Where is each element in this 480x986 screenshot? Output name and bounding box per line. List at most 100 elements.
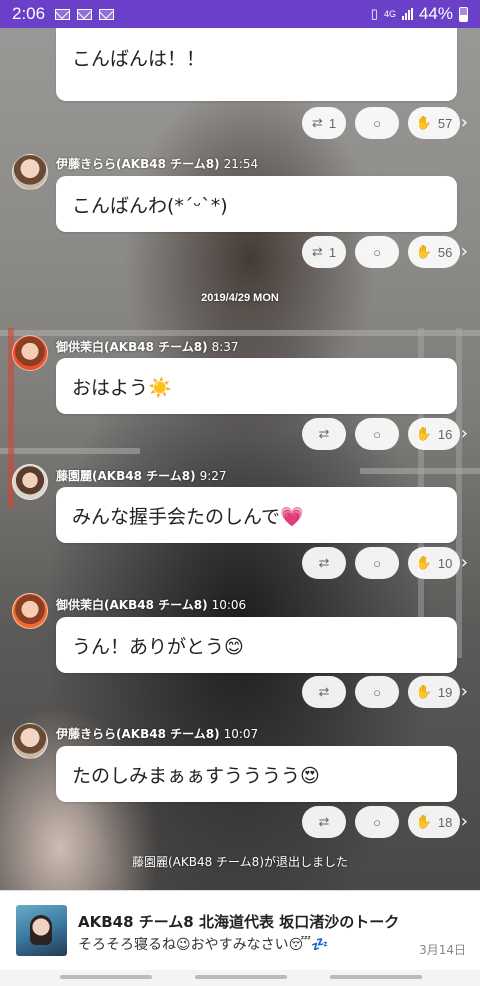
like-count: 18	[437, 814, 453, 830]
sender-name: 御供茉白(AKB48 チーム8) 8:37	[56, 338, 239, 355]
mail-icon	[55, 8, 71, 20]
vibrate-icon: ▯	[370, 6, 378, 21]
like-button[interactable]: ✋ 57	[408, 107, 460, 139]
message-actions: ⇄ ○ ✋ 18	[302, 806, 460, 838]
comment-button[interactable]: ○	[355, 418, 399, 450]
message-time: 8:37	[211, 340, 239, 354]
system-message: 藤園麗(AKB48 チーム8)が退出しました	[131, 855, 349, 869]
message-actions: ⇄ ○ ✋ 10	[302, 547, 460, 579]
chevron-right-icon[interactable]: ›	[461, 681, 468, 702]
message-bubble[interactable]: こんばんわ(*ˊᵕˋ*)	[56, 176, 457, 232]
message-text: おはよう☀️	[72, 376, 172, 399]
retweet-button[interactable]: ⇄ 1	[302, 236, 346, 268]
message-actions: ⇄ 1 ○ ✋ 57	[302, 107, 460, 139]
comment-button[interactable]: ○	[355, 676, 399, 708]
message-bubble[interactable]: うん！ありがとう😊	[56, 617, 457, 673]
retweet-button[interactable]: ⇄ 1	[302, 107, 346, 139]
comment-button[interactable]: ○	[355, 806, 399, 838]
navigation-bar	[0, 970, 480, 986]
sender-label: 御供茉白(AKB48 チーム8)	[56, 340, 208, 354]
clap-icon: ✋	[415, 115, 432, 130]
notification-title: AKB48 チーム8 北海道代表 坂口渚沙のトーク	[78, 913, 400, 931]
clap-icon: ✋	[415, 426, 432, 441]
retweet-button[interactable]: ⇄	[302, 806, 346, 838]
nav-recents-button[interactable]	[60, 975, 152, 979]
talk-thumbnail	[16, 905, 67, 956]
chevron-right-icon[interactable]: ›	[461, 552, 468, 573]
nav-back-button[interactable]	[330, 975, 422, 979]
avatar[interactable]	[12, 154, 48, 190]
message-actions: ⇄ ○ ✋ 19	[302, 676, 460, 708]
message-bubble[interactable]: みんな握手会たのしんで💗	[56, 487, 457, 543]
message-bubble[interactable]: たのしみまぁぁすうううう😍	[56, 746, 457, 802]
like-button[interactable]: ✋ 56	[408, 236, 460, 268]
nav-home-button[interactable]	[195, 975, 287, 979]
notification-card[interactable]: AKB48 チーム8 北海道代表 坂口渚沙のトーク そろそろ寝るね😉おやすみなさ…	[0, 890, 480, 970]
battery-percent: 44%	[418, 4, 453, 23]
sender-name: 御供茉白(AKB48 チーム8) 10:06	[56, 596, 246, 613]
repeat-icon: ⇄	[311, 244, 323, 259]
repeat-icon: ⇄	[318, 684, 330, 699]
chevron-right-icon[interactable]: ›	[461, 112, 468, 133]
message-text: うん！ありがとう😊	[72, 635, 244, 658]
comment-button[interactable]: ○	[355, 236, 399, 268]
date-separator: 2019/4/29 MON	[201, 292, 279, 304]
sender-label: 藤園麗(AKB48 チーム8)	[56, 469, 196, 483]
comment-icon: ○	[373, 555, 381, 571]
repeat-icon: ⇄	[311, 115, 323, 130]
status-bar: 2:06 ▯ 4G 44%	[0, 0, 480, 28]
railing	[0, 330, 480, 336]
sender-label: 伊藤きらら(AKB48 チーム8)	[56, 727, 220, 741]
notification-date: 3月14日	[419, 943, 466, 957]
comment-button[interactable]: ○	[355, 547, 399, 579]
like-count: 16	[437, 426, 453, 442]
repeat-icon: ⇄	[318, 814, 330, 829]
sender-label: 御供茉白(AKB48 チーム8)	[56, 598, 208, 612]
message-bubble[interactable]: こんばんは！！	[56, 28, 457, 101]
like-button[interactable]: ✋ 10	[408, 547, 460, 579]
repeat-icon: ⇄	[318, 426, 330, 441]
message-actions: ⇄ ○ ✋ 16	[302, 418, 460, 450]
message-time: 21:54	[223, 157, 259, 171]
avatar[interactable]	[12, 723, 48, 759]
avatar[interactable]	[12, 464, 48, 500]
chevron-right-icon[interactable]: ›	[461, 241, 468, 262]
chevron-right-icon[interactable]: ›	[461, 811, 468, 832]
battery-icon	[459, 6, 468, 22]
avatar[interactable]	[12, 335, 48, 371]
like-count: 10	[437, 555, 453, 571]
message-text: こんばんは！！	[72, 48, 206, 70]
like-button[interactable]: ✋ 18	[408, 806, 460, 838]
message-actions: ⇄ 1 ○ ✋ 56	[302, 236, 460, 268]
retweet-button[interactable]: ⇄	[302, 676, 346, 708]
like-button[interactable]: ✋ 16	[408, 418, 460, 450]
notification-message: そろそろ寝るね😉おやすみなさい😴💤	[78, 937, 329, 953]
comment-icon: ○	[373, 814, 381, 830]
repeat-icon: ⇄	[318, 555, 330, 570]
like-button[interactable]: ✋ 19	[408, 676, 460, 708]
retweet-button[interactable]: ⇄	[302, 418, 346, 450]
like-count: 19	[437, 684, 453, 700]
mail-icon	[77, 8, 93, 20]
comment-button[interactable]: ○	[355, 107, 399, 139]
clap-icon: ✋	[415, 555, 432, 570]
comment-icon: ○	[373, 115, 381, 131]
avatar[interactable]	[12, 593, 48, 629]
retweet-button[interactable]: ⇄	[302, 547, 346, 579]
message-time: 10:07	[223, 727, 259, 741]
message-time: 10:06	[211, 598, 247, 612]
status-time: 2:06	[12, 4, 46, 23]
sender-name: 伊藤きらら(AKB48 チーム8) 21:54	[56, 155, 258, 172]
message-text: みんな握手会たのしんで💗	[72, 505, 304, 528]
comment-icon: ○	[373, 684, 381, 700]
comment-icon: ○	[373, 244, 381, 260]
retweet-count: 1	[328, 115, 337, 131]
chevron-right-icon[interactable]: ›	[461, 423, 468, 444]
like-count: 56	[437, 244, 453, 260]
message-text: こんばんわ(*ˊᵕˋ*)	[72, 194, 228, 217]
sender-label: 伊藤きらら(AKB48 チーム8)	[56, 157, 220, 171]
clap-icon: ✋	[415, 814, 432, 829]
message-time: 9:27	[199, 469, 227, 483]
message-bubble[interactable]: おはよう☀️	[56, 358, 457, 414]
sender-name: 伊藤きらら(AKB48 チーム8) 10:07	[56, 725, 258, 742]
